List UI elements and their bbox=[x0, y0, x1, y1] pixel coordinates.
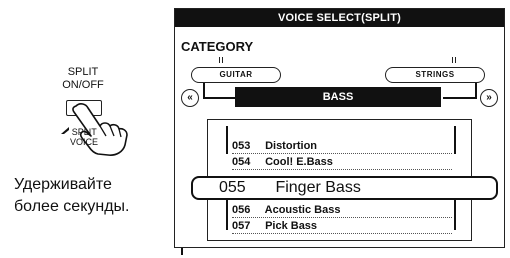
list-item[interactable]: 053 Distortion bbox=[232, 140, 452, 154]
split-voice-mark-icon bbox=[61, 126, 70, 134]
scroll-bar-right-bottom bbox=[454, 200, 456, 230]
bracket-right bbox=[443, 83, 477, 99]
voice-name: Distortion bbox=[265, 140, 318, 152]
tick-right bbox=[452, 57, 456, 63]
instruction-text: Удерживайте более секунды. bbox=[14, 174, 129, 218]
voice-select-panel: VOICE SELECT(SPLIT) CATEGORY GUITAR STRI… bbox=[174, 8, 505, 248]
voice-name: Cool! E.Bass bbox=[265, 156, 333, 168]
category-label: CATEGORY bbox=[181, 39, 254, 54]
category-prev-pill[interactable]: GUITAR bbox=[191, 67, 281, 83]
selected-voice-row[interactable]: 055 Finger Bass bbox=[191, 176, 498, 200]
voice-number: 053 bbox=[232, 140, 251, 152]
current-category-bar: BASS bbox=[235, 87, 441, 107]
split-label-line2: ON/OFF bbox=[62, 79, 104, 91]
scroll-bar-left-top bbox=[226, 126, 228, 154]
split-voice-line1: SPLIT bbox=[71, 127, 97, 137]
bracket-left bbox=[203, 83, 235, 99]
fast-forward-icon[interactable]: » bbox=[480, 89, 498, 107]
voice-name: Pick Bass bbox=[265, 220, 318, 232]
selected-voice-number: 055 bbox=[219, 179, 246, 196]
tick-left bbox=[219, 57, 223, 63]
list-item[interactable]: 057 Pick Bass bbox=[232, 220, 452, 234]
voice-number: 057 bbox=[232, 220, 251, 232]
split-voice-label: SPLIT VOICE bbox=[60, 126, 98, 147]
list-item[interactable]: 054 Cool! E.Bass bbox=[232, 156, 452, 170]
voice-number: 054 bbox=[232, 156, 251, 168]
list-item[interactable]: 056 Acoustic Bass bbox=[232, 204, 452, 218]
instruction-line1: Удерживайте bbox=[14, 176, 112, 193]
voice-name: Acoustic Bass bbox=[264, 204, 341, 216]
voice-number: 056 bbox=[232, 204, 251, 216]
split-onoff-label: SPLIT ON/OFF bbox=[56, 66, 110, 92]
panel-title: VOICE SELECT(SPLIT) bbox=[175, 9, 504, 27]
split-label-line1: SPLIT bbox=[67, 66, 99, 78]
scroll-bar-right-top bbox=[454, 126, 456, 154]
scroll-bar-left-bottom bbox=[226, 200, 228, 230]
selected-voice-name: Finger Bass bbox=[275, 179, 361, 196]
split-voice-line2: VOICE bbox=[70, 137, 99, 147]
rewind-icon[interactable]: « bbox=[181, 89, 199, 107]
category-next-pill[interactable]: STRINGS bbox=[385, 67, 485, 83]
instruction-line2: более секунды. bbox=[14, 198, 130, 215]
